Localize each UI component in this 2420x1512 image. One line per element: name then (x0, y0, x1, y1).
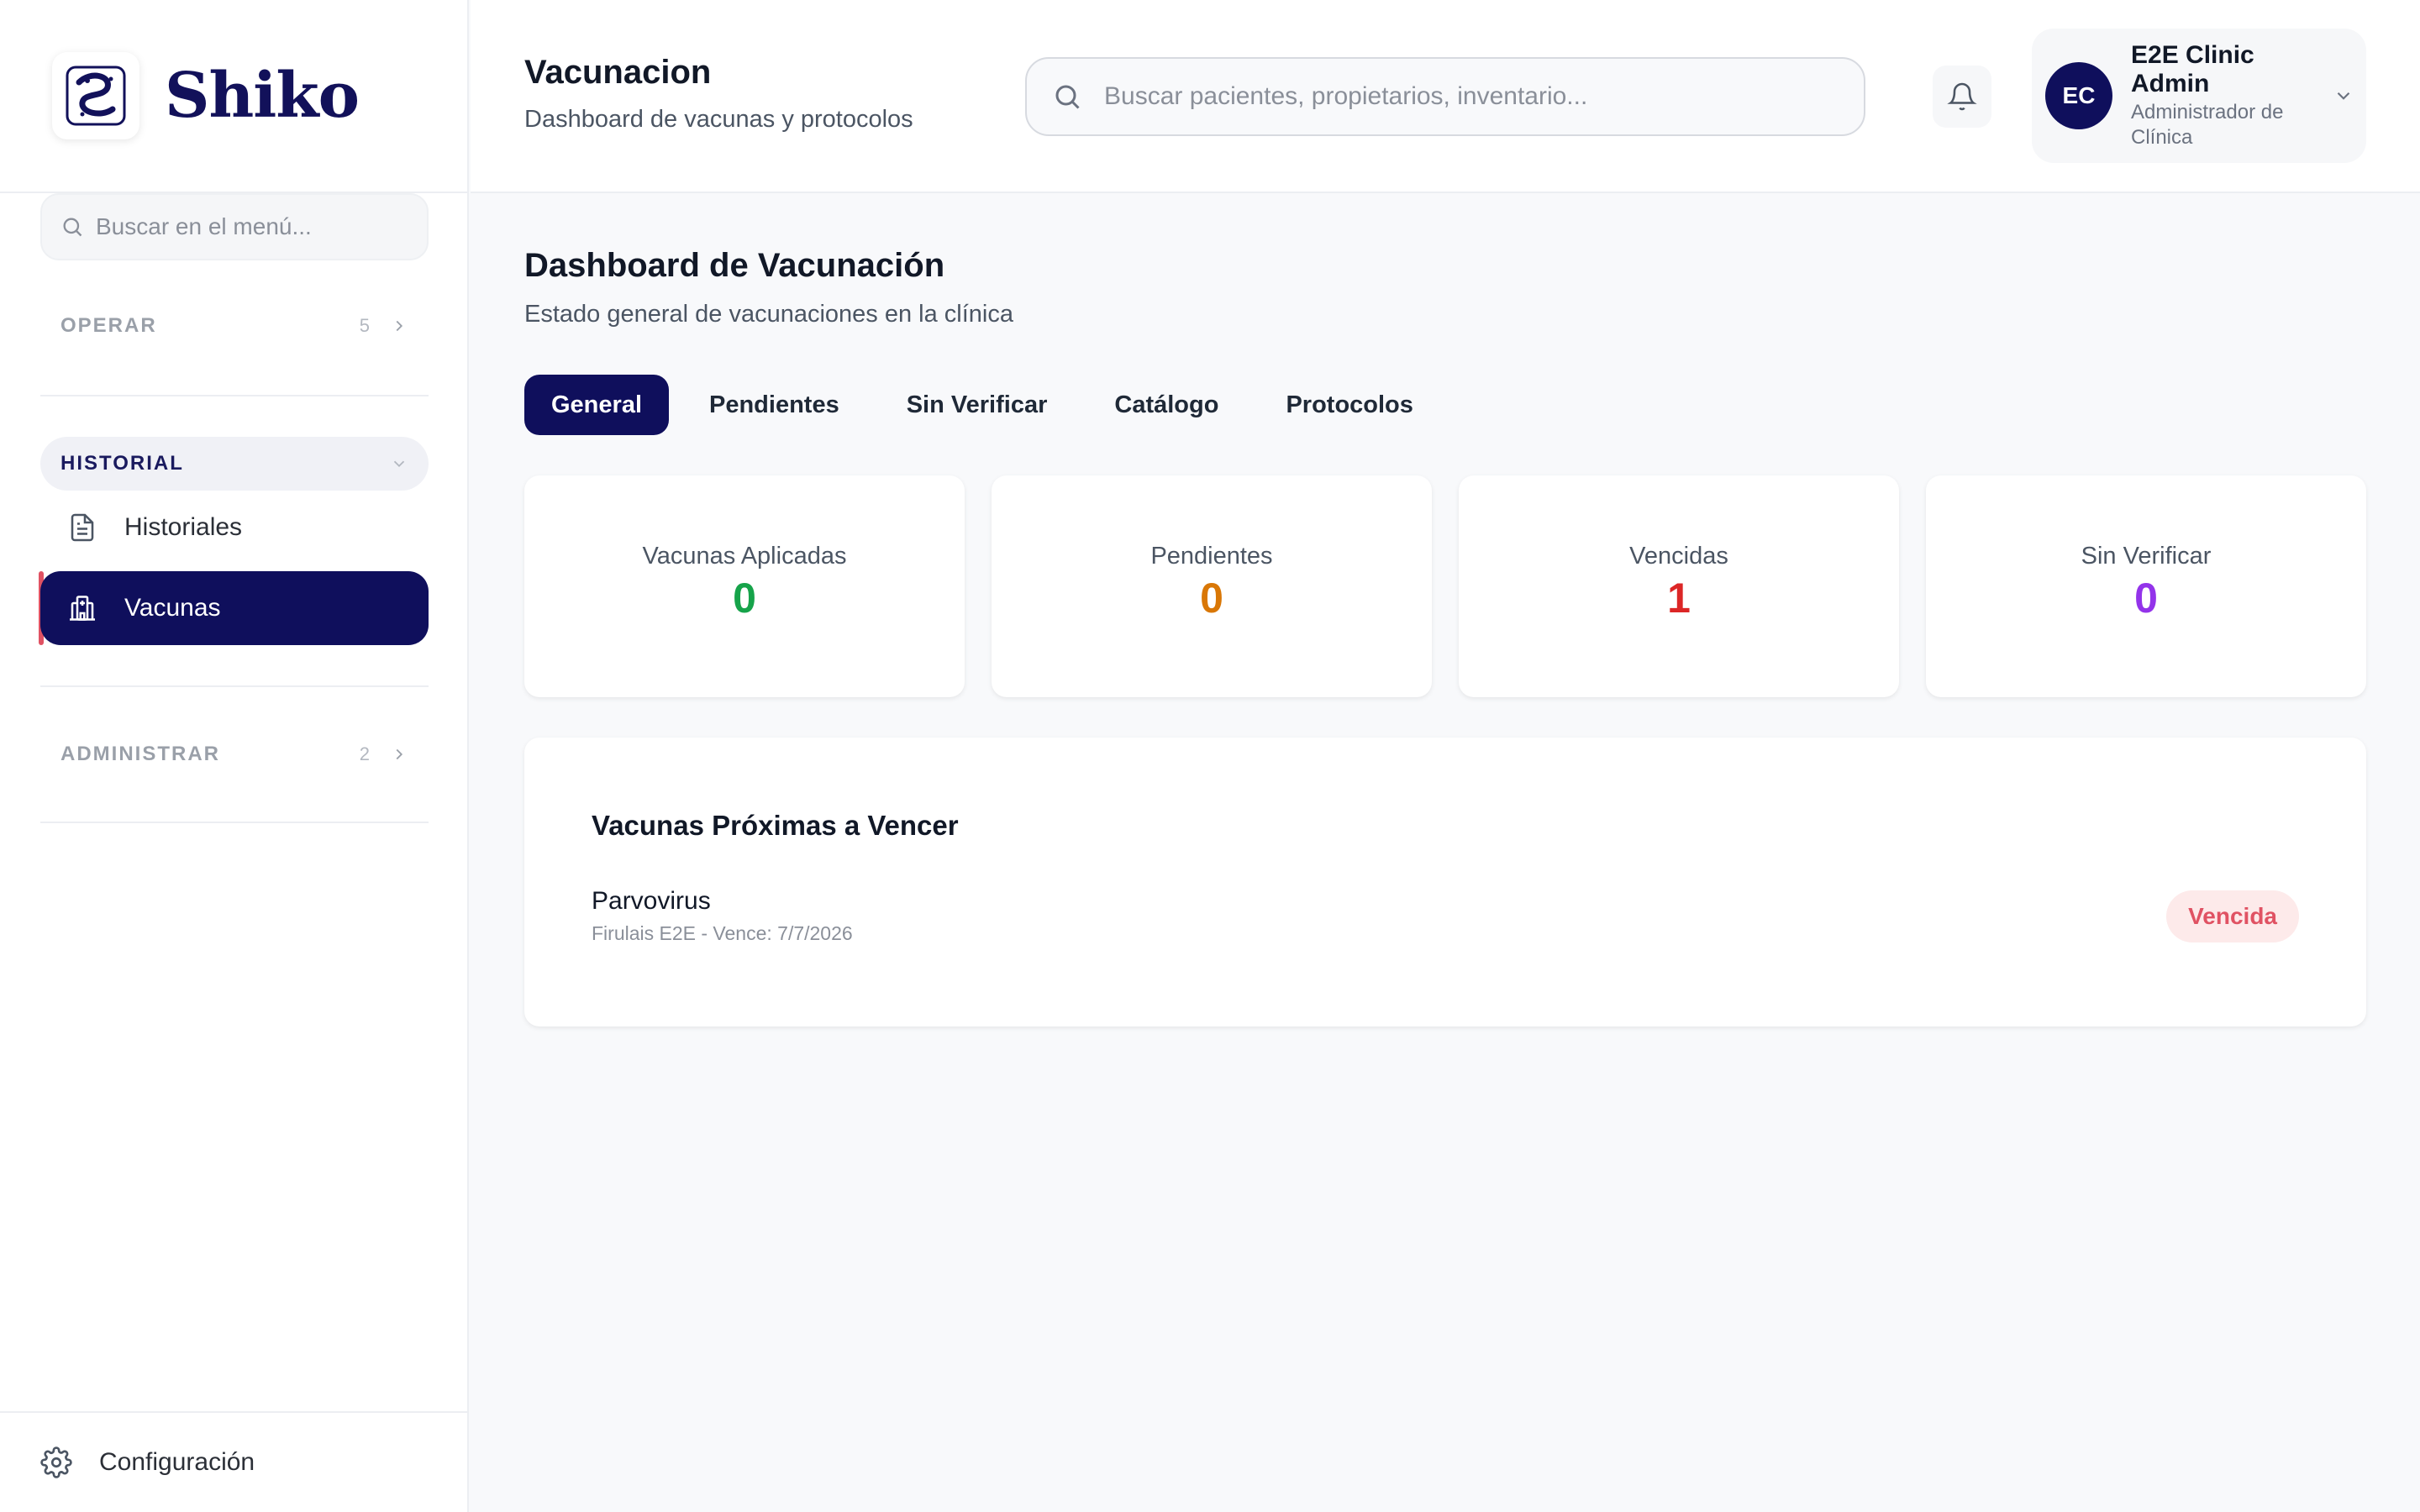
stat-card-aplicadas: Vacunas Aplicadas 0 (524, 475, 965, 697)
tab-pendientes[interactable]: Pendientes (682, 375, 866, 435)
logo-icon (52, 52, 139, 139)
brand-name: Shiko (165, 60, 360, 132)
stat-label: Vencidas (1629, 542, 1728, 570)
menu-search[interactable] (40, 193, 429, 260)
section-label: HISTORIAL (60, 452, 184, 475)
tab-protocolos[interactable]: Protocolos (1259, 375, 1439, 435)
stat-value: 0 (733, 574, 756, 622)
sidebar-item-historiales[interactable]: Historiales (40, 491, 429, 564)
user-name: E2E Clinic Admin (2131, 41, 2254, 97)
global-search-input[interactable] (1104, 82, 1860, 111)
stat-value: 0 (2134, 574, 2158, 622)
stats-row: Vacunas Aplicadas 0 Pendientes 0 Vencida… (524, 475, 2366, 697)
gear-icon (40, 1446, 72, 1478)
section-label: OPERAR (60, 314, 157, 337)
stat-label: Vacunas Aplicadas (642, 542, 847, 570)
stat-value: 0 (1200, 574, 1223, 622)
global-search[interactable] (1025, 57, 1865, 136)
page-subtitle: Estado general de vacunaciones en la clí… (524, 301, 1013, 328)
sidebar: Shiko OPERAR 5 HISTORIAL His (0, 0, 469, 1512)
stat-label: Pendientes (1150, 542, 1273, 570)
top-header: Vacunacion Dashboard de vacunas y protoc… (471, 0, 2420, 193)
divider (40, 822, 429, 823)
stat-card-pendientes: Pendientes 0 (992, 475, 1432, 697)
tab-bar: General Pendientes Sin Verificar Catálog… (524, 375, 1454, 435)
search-icon (60, 215, 84, 239)
stat-label: Sin Verificar (2081, 542, 2212, 570)
vaccine-meta: Firulais E2E - Vence: 7/7/2026 (592, 922, 853, 944)
section-historial[interactable]: HISTORIAL (40, 437, 429, 491)
vaccine-name: Parvovirus (592, 887, 711, 915)
tab-general[interactable]: General (524, 375, 669, 435)
chevron-right-icon (390, 317, 408, 335)
user-menu[interactable]: EC E2E Clinic Admin Administrador de Clí… (2032, 29, 2366, 163)
section-count: 5 (359, 315, 370, 336)
divider (40, 685, 429, 687)
bell-icon (1947, 81, 1977, 112)
notifications-button[interactable] (1933, 66, 1991, 128)
page-title: Dashboard de Vacunación (524, 247, 945, 284)
divider (40, 395, 429, 396)
stat-card-sin-verificar: Sin Verificar 0 (1926, 475, 2366, 697)
brand[interactable]: Shiko (0, 0, 467, 193)
section-administrar[interactable]: ADMINISTRAR 2 (40, 727, 429, 781)
status-badge: Vencida (2166, 890, 2299, 942)
app: Shiko OPERAR 5 HISTORIAL His (0, 0, 2420, 1512)
chevron-down-icon (2333, 85, 2354, 107)
avatar: EC (2045, 62, 2112, 129)
user-info: E2E Clinic Admin Administrador de Clínic… (2131, 41, 2324, 150)
settings-label: Configuración (99, 1448, 255, 1476)
hospital-icon (67, 593, 97, 623)
upcoming-vaccines-panel: Vacunas Próximas a Vencer Parvovirus Fir… (524, 738, 2366, 1026)
stat-card-vencidas: Vencidas 1 (1459, 475, 1899, 697)
panel-title: Vacunas Próximas a Vencer (592, 810, 959, 841)
section-label: ADMINISTRAR (60, 743, 220, 765)
section-count: 2 (359, 743, 370, 764)
sidebar-item-label: Vacunas (124, 594, 221, 622)
settings-link[interactable]: Configuración (0, 1411, 469, 1512)
chevron-right-icon (390, 745, 408, 764)
stat-value: 1 (1667, 574, 1691, 622)
tab-catalogo[interactable]: Catálogo (1087, 375, 1245, 435)
header-title: Vacunacion (524, 54, 712, 91)
section-operar[interactable]: OPERAR 5 (40, 299, 429, 353)
header-subtitle: Dashboard de vacunas y protocolos (524, 106, 913, 133)
menu-search-input[interactable] (96, 213, 415, 240)
tab-sin-verificar[interactable]: Sin Verificar (880, 375, 1075, 435)
sidebar-item-vacunas[interactable]: Vacunas (40, 571, 429, 645)
user-role: Administrador de Clínica (2131, 101, 2284, 149)
search-icon (1052, 81, 1082, 112)
file-text-icon (67, 512, 97, 543)
sidebar-item-label: Historiales (124, 513, 243, 541)
chevron-down-icon (390, 454, 408, 473)
